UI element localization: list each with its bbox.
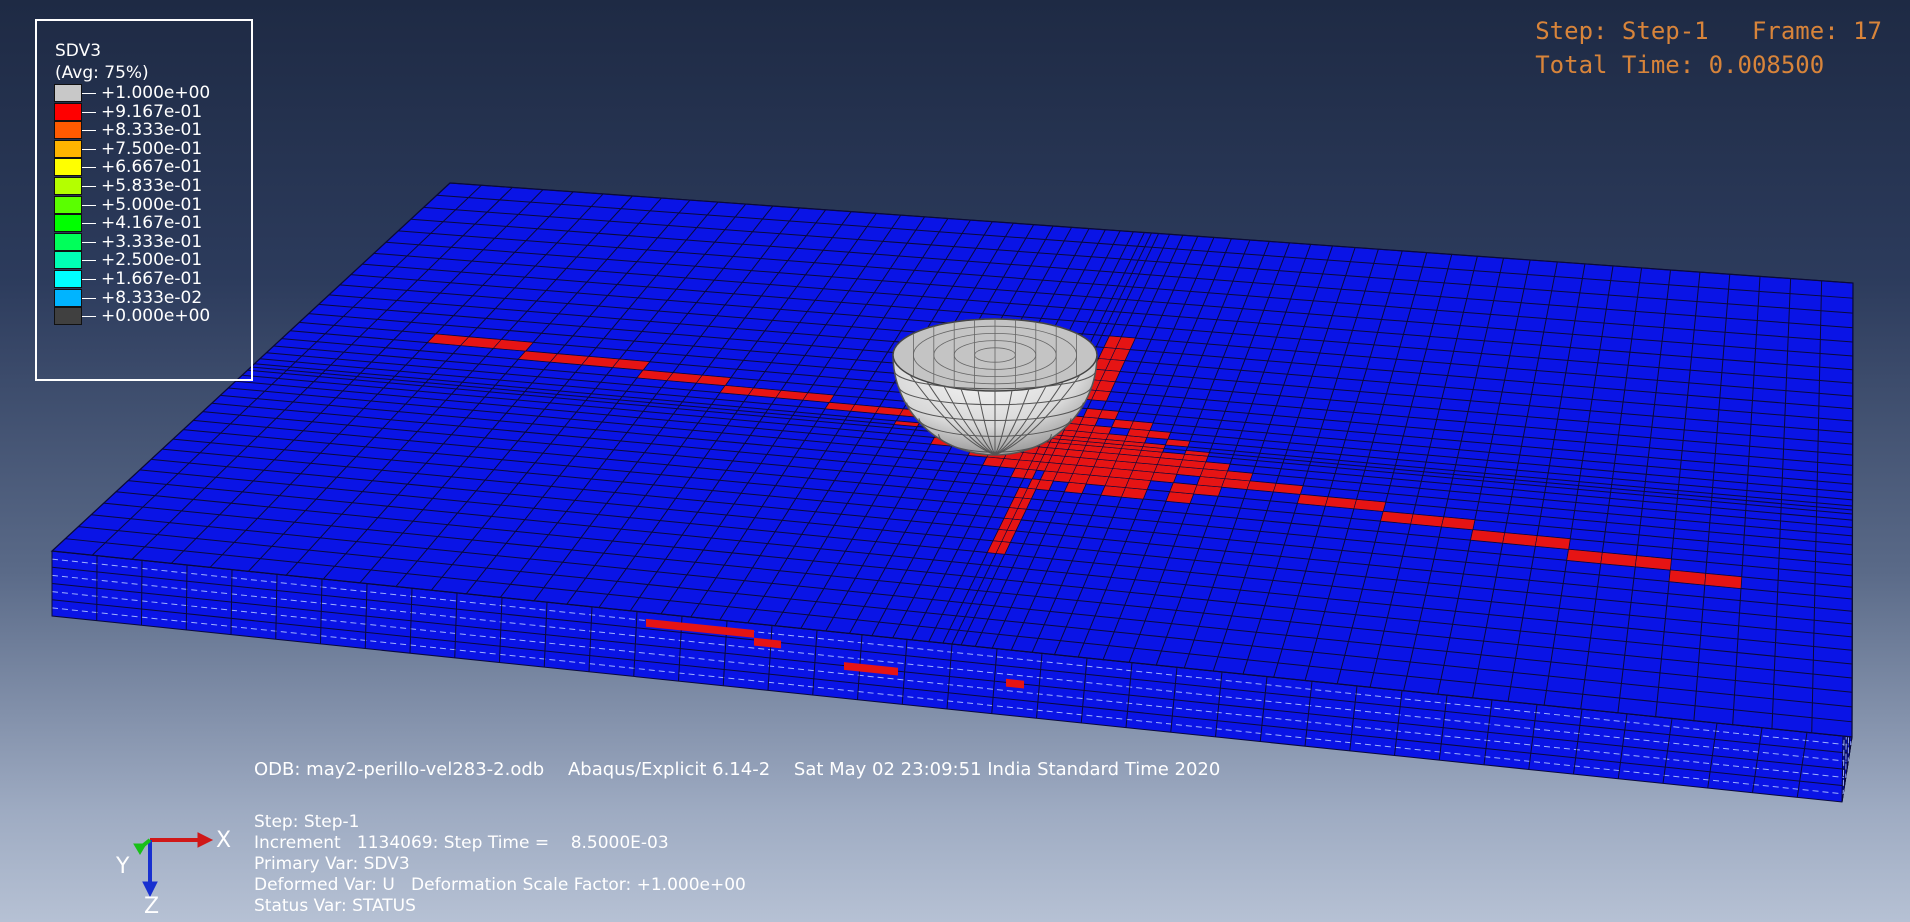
- legend-swatch: [54, 102, 82, 121]
- legend-tick: [82, 148, 96, 150]
- damage-element: [1135, 455, 1161, 465]
- damage-element: [1150, 471, 1178, 484]
- damage-element: [1097, 409, 1120, 420]
- legend-value-label: +1.667e-01: [101, 269, 203, 289]
- legend-value-label: +7.500e-01: [101, 138, 203, 159]
- legend-value-label: +6.667e-01: [101, 157, 203, 178]
- legend-swatch: [54, 270, 82, 288]
- legend-tick: [82, 223, 96, 225]
- legend-swatch: [54, 177, 82, 195]
- status-increment: Increment 1134069: Step Time = 8.5000E-0…: [254, 833, 669, 853]
- legend-swatch: [54, 288, 82, 307]
- damage-element: [1126, 428, 1151, 438]
- legend-value-label: +5.833e-01: [101, 176, 203, 196]
- legend-value-label: +4.167e-01: [101, 213, 203, 234]
- abaqus-viewport[interactable]: SDV3 (Avg: 75%) +1.000e+00 +9.167e-01 +8.3…: [0, 0, 1910, 922]
- legend-tick: [82, 130, 96, 132]
- damage-element: [1096, 452, 1120, 462]
- damage-element: [1091, 425, 1113, 435]
- legend-swatch: [54, 195, 82, 214]
- damage-element: [1089, 466, 1114, 478]
- odb-info-line: ODB: may2-perillo-vel283-2.odb Abaqus/Ex…: [254, 759, 1238, 780]
- damage-element: [1059, 435, 1075, 441]
- legend-swatch: [54, 307, 82, 326]
- z-axis-label: Z: [144, 894, 160, 919]
- legend-swatch: [54, 139, 82, 158]
- odb-file-name: ODB: may2-perillo-vel283-2.odb: [254, 759, 545, 780]
- damage-element: [1146, 430, 1172, 440]
- y-axis-arrowhead: [133, 843, 147, 855]
- legend-value-label: +0.000e+00: [101, 306, 211, 327]
- odb-date: Sat May 02 23:09:51 India Standard Time …: [793, 759, 1221, 780]
- damage-element: [1108, 468, 1134, 479]
- damage-element: [1115, 453, 1140, 464]
- analysis-status-block: Step: Step-1 Increment 1134069: Step Time…: [254, 812, 746, 917]
- status-primary-var: Primary Var: SDV3: [254, 854, 410, 874]
- legend-swatch: [54, 158, 82, 177]
- legend-value-label: +5.000e-01: [101, 194, 203, 215]
- legend-value-label: +8.333e-02: [101, 287, 203, 308]
- legend-averaging: (Avg: 75%): [55, 63, 149, 83]
- legend-tick: [82, 316, 96, 318]
- legend-tick: [82, 297, 96, 299]
- y-axis-label: Y: [116, 854, 130, 879]
- contour-legend[interactable]: SDV3 (Avg: 75%) +1.000e+00 +9.167e-01 +8.3…: [35, 19, 253, 381]
- legend-value-label: +9.167e-01: [101, 101, 203, 122]
- legend-value-label: +1.000e+00: [101, 83, 211, 103]
- total-time-line: Total Time: 0.008500: [1535, 51, 1825, 79]
- legend-tick: [82, 204, 96, 206]
- legend-swatch: [54, 121, 82, 140]
- status-deformed-var: Deformed Var: U Deformation Scale Factor…: [254, 875, 746, 895]
- x-axis-label: X: [216, 828, 232, 853]
- legend-tick: [82, 111, 96, 113]
- legend-tick: [82, 260, 96, 262]
- legend-swatch: [54, 232, 82, 251]
- damage-element: [1169, 482, 1198, 495]
- legend-swatch: [54, 251, 82, 270]
- legend-value-label: +3.333e-01: [101, 231, 203, 252]
- model-scene[interactable]: [0, 0, 1910, 922]
- damage-element: [1128, 469, 1155, 481]
- legend-tick: [82, 241, 96, 243]
- legend-tick: [82, 186, 96, 187]
- step-frame-info: Step: Step-1 Frame: 17 Total Time: 0.0085…: [1535, 14, 1882, 82]
- legend-variable-name: SDV3: [55, 41, 102, 61]
- legend-tick: [82, 279, 96, 280]
- status-step: Step: Step-1: [254, 812, 360, 832]
- solver-version: Abaqus/Explicit 6.14-2: [567, 759, 771, 780]
- front-mesh-line: [141, 560, 143, 626]
- status-status-var: Status Var: STATUS: [254, 896, 416, 916]
- damage-element: [1111, 419, 1134, 430]
- x-axis-arrowhead: [197, 832, 214, 848]
- legend-swatch: [54, 214, 82, 233]
- axis-triad: X Y Z: [110, 820, 250, 920]
- step-frame-line: Step: Step-1 Frame: 17: [1535, 17, 1882, 45]
- legend-swatch: [54, 84, 82, 102]
- damage-element: [1079, 450, 1101, 460]
- legend-value-label: +2.500e-01: [101, 250, 203, 271]
- composite-plate: [50, 182, 1854, 803]
- legend-tick: [82, 93, 96, 94]
- legend-value-label: +8.333e-01: [101, 120, 203, 141]
- legend-tick: [82, 167, 96, 169]
